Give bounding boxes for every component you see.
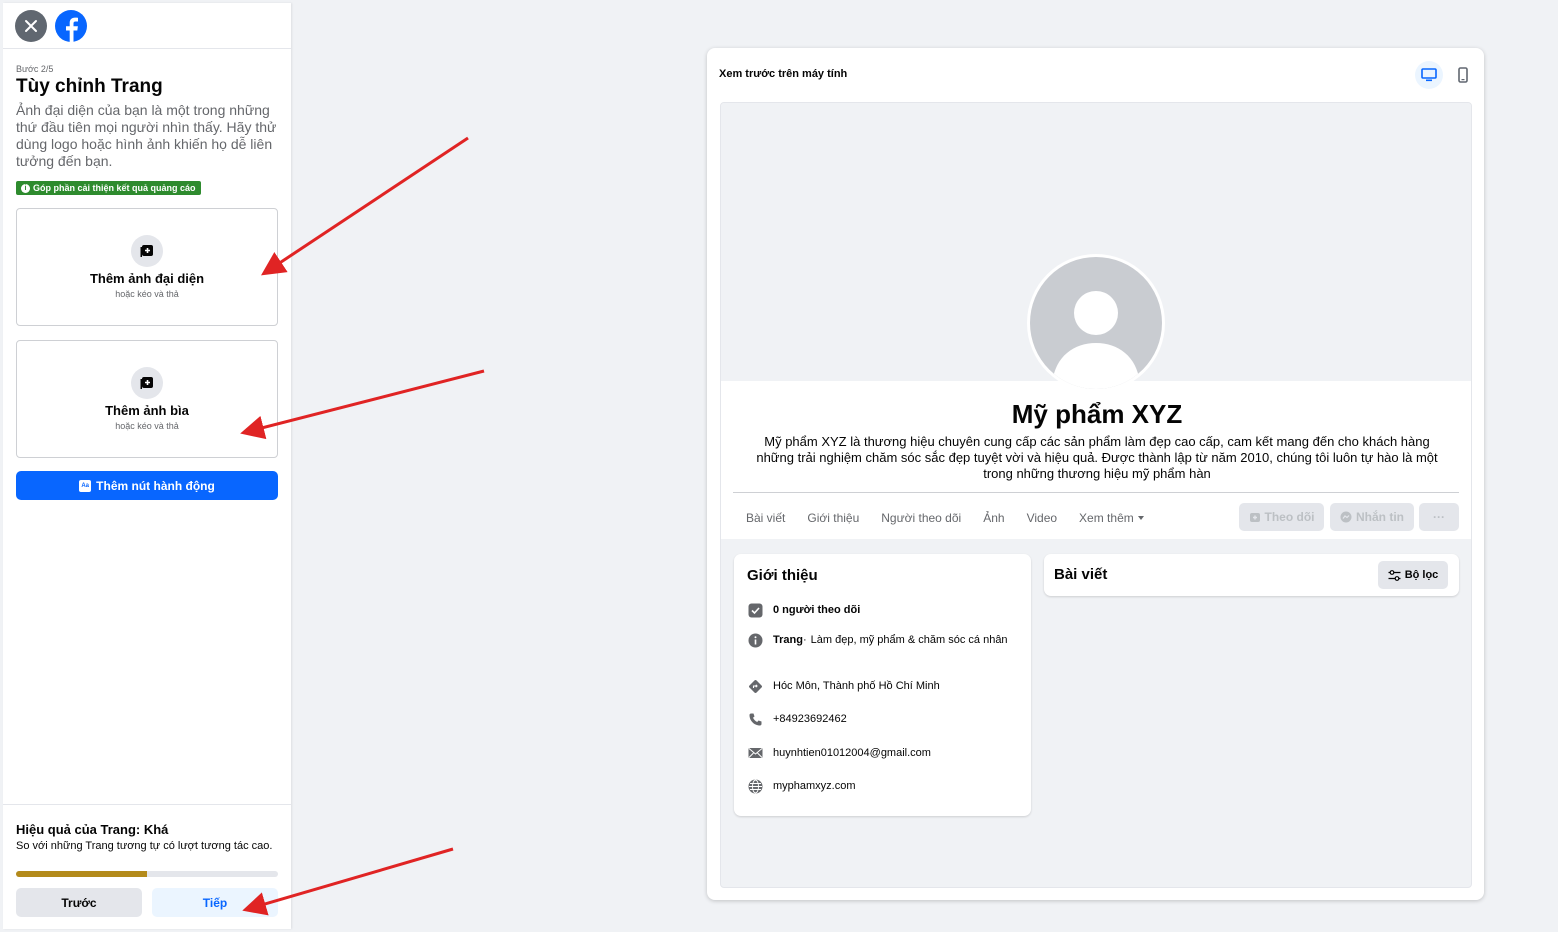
performance-progress-bar (16, 871, 278, 877)
messenger-icon (1340, 511, 1352, 523)
tab-photos[interactable]: Ảnh (972, 503, 1015, 533)
next-button[interactable]: Tiếp (152, 888, 278, 917)
more-options-button[interactable]: ··· (1419, 503, 1459, 531)
preview-header: Xem trước trên máy tính (719, 68, 848, 80)
follow-label: Theo dõi (1264, 510, 1315, 524)
followers-count: 0 người theo dõi (773, 604, 861, 616)
email-row: huynhtien01012004@gmail.com (747, 745, 1017, 761)
close-button[interactable] (15, 9, 47, 42)
page-performance-section: Hiệu quả của Trang: Khá So với những Tra… (3, 804, 291, 929)
phone-value: +84923692462 (773, 713, 847, 725)
tab-posts[interactable]: Bài viết (735, 503, 796, 533)
sidebar-top-bar (3, 3, 291, 49)
badge-label: Góp phần cải thiện kết quả quảng cáo (33, 183, 196, 193)
website-value: myphamxyz.com (773, 780, 856, 792)
add-action-button[interactable]: Aa Thêm nút hành động (16, 471, 278, 500)
facebook-logo-icon[interactable] (55, 9, 87, 42)
drag-drop-hint: hoặc kéo và thả (115, 289, 179, 299)
ad-improvement-badge: i Góp phần cải thiện kết quả quảng cáo (16, 181, 201, 195)
action-button-icon: Aa (79, 479, 92, 492)
step-indicator: Bước 2/5 (16, 64, 54, 74)
phone-row: +84923692462 (747, 711, 1017, 727)
posts-title: Bài viết (1054, 566, 1108, 583)
performance-description: So với những Trang tương tự có lượt tươn… (16, 840, 273, 852)
email-icon (747, 745, 763, 761)
phone-icon (747, 711, 763, 727)
category-value: Làm đẹp, mỹ phẩm & chăm sóc cá nhân (810, 634, 1008, 646)
filter-icon (1388, 569, 1401, 581)
intro-card: Giới thiệu 0 người theo dõi Trang · Làm … (734, 554, 1031, 816)
follow-button[interactable]: Theo dõi (1239, 503, 1324, 531)
filter-button[interactable]: Bộ lọc (1378, 561, 1448, 589)
add-action-button-label: Thêm nút hành động (96, 478, 215, 493)
website-row: myphamxyz.com (747, 778, 1017, 794)
mobile-icon (1458, 67, 1468, 83)
add-photo-icon (131, 235, 163, 267)
performance-progress-fill (16, 871, 147, 877)
arrow-to-profile-photo (261, 136, 469, 276)
desktop-icon (1421, 68, 1437, 82)
location-icon (747, 678, 763, 694)
previous-button[interactable]: Trước (16, 888, 142, 917)
filter-label: Bộ lọc (1404, 569, 1439, 581)
info-icon: i (21, 183, 30, 193)
panel-title: Tùy chỉnh Trang (16, 76, 163, 97)
location-row: Hóc Môn, Thành phố Hồ Chí Minh (747, 678, 1017, 694)
add-profile-photo-box[interactable]: Thêm ảnh đại diện hoặc kéo và thả (16, 208, 278, 326)
checkbox-icon (747, 602, 763, 618)
add-cover-photo-box[interactable]: Thêm ảnh bìa hoặc kéo và thả (16, 340, 278, 458)
followers-row: 0 người theo dõi (747, 602, 1017, 618)
close-icon (25, 19, 37, 32)
setup-sidebar: Bước 2/5 Tùy chỉnh Trang Ảnh đại diện củ… (3, 3, 291, 929)
divider (733, 492, 1459, 493)
profile-picture (1027, 254, 1165, 392)
info-icon (747, 632, 763, 648)
desktop-preview-card: Xem trước trên máy tính Mỹ phẩm XYZ Mỹ p… (707, 48, 1484, 900)
location-value: Hóc Môn, Thành phố Hồ Chí Minh (773, 680, 940, 692)
add-profile-photo-label: Thêm ảnh đại diện (89, 271, 205, 286)
tab-more[interactable]: Xem thêm (1068, 503, 1155, 533)
page-preview: Mỹ phẩm XYZ Mỹ phẩm XYZ là thương hiệu c… (720, 102, 1472, 888)
posts-card: Bài viết Bộ lọc (1044, 554, 1459, 596)
page-nav-tabs: Bài viết Giới thiệu Người theo dõi Ảnh V… (735, 503, 1155, 533)
category-label: Trang (773, 634, 803, 646)
category-separator: · (803, 634, 807, 646)
message-label: Nhắn tin (1356, 510, 1404, 524)
page-name: Mỹ phẩm XYZ (1011, 399, 1183, 429)
drag-drop-hint: hoặc kéo và thả (115, 421, 179, 431)
panel-description: Ảnh đại diện của bạn là một trong những … (16, 102, 277, 169)
tab-about[interactable]: Giới thiệu (796, 503, 870, 533)
desktop-view-button[interactable] (1415, 61, 1443, 89)
intro-title: Giới thiệu (747, 567, 818, 584)
add-cover-photo-label: Thêm ảnh bìa (105, 403, 189, 418)
tab-followers[interactable]: Người theo dõi (870, 503, 972, 533)
follow-icon (1249, 513, 1260, 522)
globe-icon (747, 778, 763, 794)
avatar-placeholder-icon (1030, 257, 1162, 389)
add-photo-icon (131, 367, 163, 399)
mobile-view-button[interactable] (1449, 61, 1477, 89)
caret-down-icon (1137, 516, 1144, 520)
performance-title: Hiệu quả của Trang: Khá (16, 822, 169, 837)
email-value: huynhtien01012004@gmail.com (773, 747, 931, 759)
page-description: Mỹ phẩm XYZ là thương hiệu chuyên cung c… (756, 434, 1438, 481)
message-button[interactable]: Nhắn tin (1330, 503, 1414, 531)
tab-more-label: Xem thêm (1079, 511, 1134, 525)
tab-videos[interactable]: Video (1016, 503, 1068, 533)
category-row: Trang · Làm đẹp, mỹ phẩm & chăm sóc cá n… (747, 632, 1017, 648)
